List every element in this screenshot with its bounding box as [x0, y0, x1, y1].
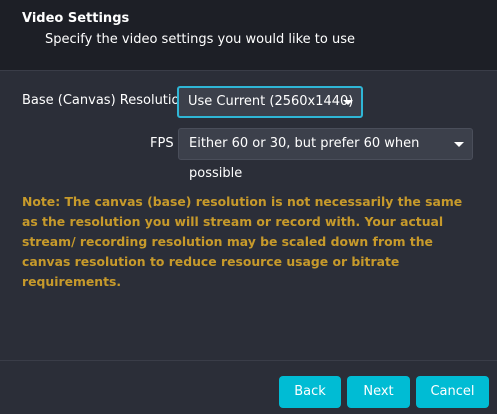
chevron-down-icon — [343, 100, 353, 105]
fps-select-value: Either 60 or 30, but prefer 60 when poss… — [189, 136, 420, 181]
chevron-down-icon — [454, 142, 464, 147]
resolution-note: Note: The canvas (base) resolution is no… — [22, 194, 463, 289]
back-button[interactable]: Back — [279, 376, 341, 408]
resolution-select-value: Use Current (2560x1440) — [188, 94, 354, 109]
resolution-select[interactable]: Use Current (2560x1440) — [177, 86, 363, 118]
fps-label: FPS — [150, 136, 174, 151]
page-title: Video Settings — [22, 11, 130, 26]
next-button[interactable]: Next — [347, 376, 410, 408]
fps-select[interactable]: Either 60 or 30, but prefer 60 when poss… — [178, 128, 473, 181]
page-subtitle: Specify the video settings you would lik… — [45, 32, 355, 47]
resolution-label: Base (Canvas) Resolution — [22, 93, 188, 108]
footer-divider — [0, 360, 497, 361]
cancel-button[interactable]: Cancel — [416, 376, 489, 408]
wizard-header: Video Settings Specify the video setting… — [0, 0, 497, 71]
